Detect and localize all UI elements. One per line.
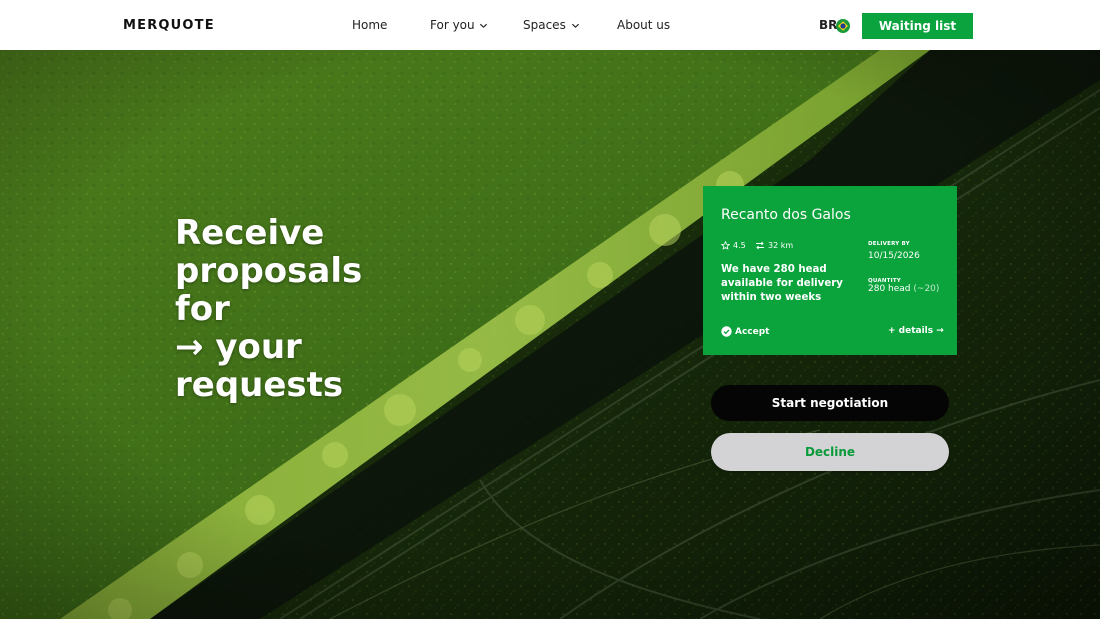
quantity-value-row: 280 head (~20) xyxy=(868,284,939,294)
headline-line-1: Receive xyxy=(175,213,325,253)
card-title: Recanto dos Galos xyxy=(721,207,851,223)
route-icon xyxy=(756,241,764,250)
chevron-down-icon xyxy=(480,23,488,28)
proposal-description: We have 280 head available for delivery … xyxy=(721,264,843,303)
nav-spaces-label: Spaces xyxy=(523,18,566,32)
delivery-date: 10/15/2026 xyxy=(868,251,920,261)
details-link[interactable]: + details → xyxy=(888,326,944,336)
nav-for-you[interactable]: For you xyxy=(430,18,488,32)
nav-about-us[interactable]: About us xyxy=(617,18,670,32)
brazil-flag-icon[interactable] xyxy=(836,19,850,33)
quantity-value: 280 head xyxy=(868,284,911,294)
delivery-label: DELIVERY BY xyxy=(868,241,910,247)
start-negotiation-button[interactable]: Start negotiation xyxy=(711,385,949,421)
nav-spaces[interactable]: Spaces xyxy=(523,18,580,32)
decline-button[interactable]: Decline xyxy=(711,433,949,471)
quantity-note: (~20) xyxy=(913,284,940,294)
hero-headline: Receive proposals for → your requests xyxy=(175,214,435,404)
accept-button[interactable]: Accept xyxy=(721,326,769,337)
headline-line-4: → your xyxy=(175,327,302,367)
nav-home[interactable]: Home xyxy=(352,18,387,32)
distance-meta: 32 km xyxy=(755,241,793,250)
headline-line-5: requests xyxy=(175,365,344,405)
top-navbar: MERQUOTE Home For you Spaces About us BR… xyxy=(0,0,1100,50)
nav-about-us-label: About us xyxy=(617,18,671,32)
headline-line-3: for xyxy=(175,289,230,329)
accept-label: Accept xyxy=(735,326,770,337)
rating-meta: 4.5 xyxy=(721,241,746,250)
language-selector[interactable]: BR xyxy=(819,18,837,32)
rating-value: 4.5 xyxy=(733,241,746,250)
waiting-list-button[interactable]: Waiting list xyxy=(862,13,973,39)
nav-home-label: Home xyxy=(352,18,388,32)
headline-line-2: proposals xyxy=(175,251,363,291)
chevron-down-icon xyxy=(571,23,579,28)
proposal-card[interactable]: Recanto dos Galos 4.5 32 km We have 280 … xyxy=(703,186,957,355)
star-icon xyxy=(721,241,730,250)
distance-value: 32 km xyxy=(768,241,794,250)
check-circle-icon xyxy=(721,326,732,337)
nav-for-you-label: For you xyxy=(430,18,475,32)
